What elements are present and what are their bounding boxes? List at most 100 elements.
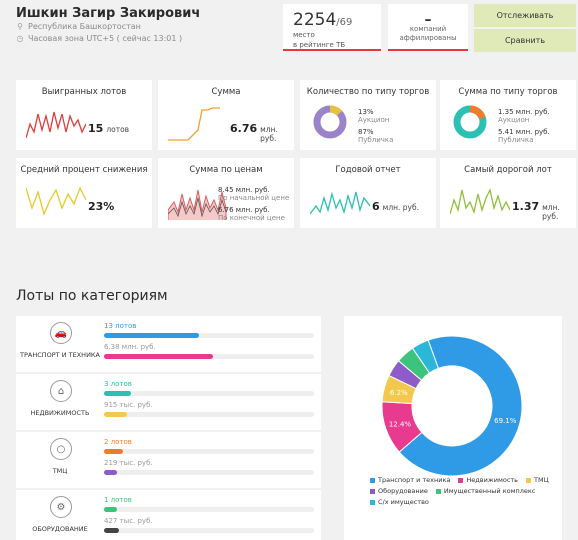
category-row[interactable]: 🚗 ТРАНСПОРТ И ТЕХНИКА 13 лотов 6.38 млн. ру… (16, 316, 321, 372)
legend-item[interactable]: Оборудование (370, 487, 428, 495)
affiliates-caption-1: компаний (409, 25, 447, 33)
category-count-bar-fill (104, 507, 117, 512)
category-count-bar (104, 333, 314, 338)
legend-swatch (458, 477, 464, 483)
rating-box: 2254/69 место в рейтинге ТБ (283, 4, 381, 51)
type-count-pct1: 13% (358, 108, 374, 116)
rating-value: 2254 (293, 10, 337, 30)
price-sum-val2: 6.76 млн. руб. (218, 206, 270, 214)
card-title: Сумма по типу торгов (458, 87, 558, 97)
region-line: ⚲ Республика Башкортостан (16, 22, 141, 31)
category-sum-bar (104, 412, 314, 417)
car-icon: 🚗 (50, 322, 72, 344)
card-most-expensive: Самый дорогой лот 1.37 млн. руб. (440, 158, 576, 228)
donut-slice-label: 6.2% (390, 389, 408, 397)
category-count-bar (104, 507, 314, 512)
price-sum-label2: По конечной цене (218, 214, 285, 222)
card-title: Годовой отчет (335, 165, 401, 175)
house-icon: ⌂ (50, 380, 72, 402)
profile-name: Ишкин Загир Закирович (16, 6, 201, 21)
category-count: 13 лотов (104, 322, 137, 330)
type-sum-val2: 5.41 млн. руб. (498, 128, 550, 136)
category-label: ОБОРУДОВАНИЕ (32, 525, 88, 533)
legend-item[interactable]: Имущественный комплекс (435, 487, 536, 495)
legend-label: ТМЦ (534, 476, 549, 484)
category-count-bar-fill (104, 391, 132, 396)
category-sum-bar (104, 470, 314, 475)
timezone-line: ◷ Часовая зона UTC+5 ( сейчас 13:01 ) (16, 33, 183, 43)
section-title-categories: Лоты по категориям (16, 288, 168, 304)
legend-label: С/х имущество (378, 498, 429, 506)
category-count: 1 лотов (104, 496, 132, 504)
legend-item[interactable]: Недвижимость (458, 476, 518, 484)
card-title: Количество по типу торгов (306, 87, 430, 97)
category-count: 3 лотов (104, 380, 132, 388)
category-label: ТМЦ (52, 467, 68, 475)
category-row[interactable]: ⚙ ОБОРУДОВАНИЕ 1 лотов 427 тыс. руб. (16, 490, 321, 540)
card-title: Сумма (211, 87, 241, 97)
legend-swatch (370, 499, 375, 505)
legend-item[interactable]: ТМЦ (526, 476, 549, 484)
category-label: НЕДВИЖИМОСТЬ (30, 409, 90, 417)
category-label: ТРАНСПОРТ И ТЕХНИКА (20, 351, 100, 359)
type-count-pct2: 87% (358, 128, 374, 136)
category-sum-bar-fill (104, 354, 214, 359)
category-row[interactable]: ⌂ НЕДВИЖИМОСТЬ 3 лотов 915 тыс. руб. (16, 374, 321, 430)
legend-label: Транспорт и техника (378, 476, 451, 484)
lightbulb-icon: ○ (50, 438, 72, 460)
clock-icon: ◷ (16, 33, 24, 43)
card-sum: Сумма 6.76 млн. руб. (158, 80, 294, 150)
category-count-bar-fill (104, 449, 123, 454)
price-sum-val1: 8.45 млн. руб. (218, 186, 270, 194)
legend-item[interactable]: С/х имущество (370, 498, 429, 506)
type-sum-donut (453, 105, 487, 139)
annual-unit: млн. руб. (382, 203, 419, 212)
category-sum-bar (104, 528, 314, 533)
won-lots-sparkline (26, 111, 86, 139)
card-title: Сумма по ценам (189, 165, 263, 175)
timezone-text: Часовая зона UTC+5 ( сейчас 13:01 ) (28, 34, 183, 43)
categories-donut-chart: 69.1% 12.4% 6.2% (381, 335, 523, 477)
compare-button[interactable]: Сравнить (474, 29, 576, 52)
legend-label: Имущественный комплекс (443, 487, 536, 495)
card-price-sum: Сумма по ценам 8.45 млн. руб. По начальн… (158, 158, 294, 228)
category-count-bar (104, 391, 314, 396)
category-row[interactable]: ○ ТМЦ 2 лотов 219 тыс. руб. (16, 432, 321, 488)
legend-swatch (435, 488, 441, 494)
avg-reduction-sparkline (26, 186, 86, 216)
category-count-bar (104, 449, 314, 454)
sum-unit: млн. руб. (260, 125, 278, 143)
affiliates-caption-2: аффилированы (399, 34, 457, 42)
card-won-lots: Выигранных лотов 15 лотов (16, 80, 152, 150)
legend-label: Оборудование (378, 487, 428, 495)
category-sum-bar-fill (104, 528, 119, 533)
category-sum-bar-fill (104, 412, 128, 417)
most-expensive-sparkline (450, 188, 510, 215)
donut-slice-label: 69.1% (494, 417, 517, 425)
category-count: 2 лотов (104, 438, 132, 446)
gear-icon: ⚙ (50, 496, 72, 518)
type-count-label2: Публичка (358, 136, 394, 144)
category-sum: 427 тыс. руб. (104, 517, 153, 525)
price-sum-label1: По начальной цене (218, 194, 290, 202)
affiliates-box: – компаний аффилированы (388, 4, 468, 51)
location-pin-icon: ⚲ (17, 21, 23, 31)
affiliates-value: – (424, 12, 432, 28)
card-annual: Годовой отчет 6 млн. руб. (300, 158, 436, 228)
legend-swatch (526, 477, 532, 483)
annual-value: 6 (372, 200, 380, 213)
card-type-sum: Сумма по типу торгов 1.35 млн. руб. Аукц… (440, 80, 576, 150)
legend-swatch (370, 477, 375, 483)
track-button[interactable]: Отслеживать (474, 4, 576, 27)
card-title: Средний процент снижения (20, 165, 148, 175)
type-count-label1: Аукцион (358, 116, 390, 124)
card-avg-reduction: Средний процент снижения 23% (16, 158, 152, 228)
sum-sparkline (168, 107, 220, 141)
category-count-bar-fill (104, 333, 199, 338)
card-type-count: Количество по типу торгов 13% Аукцион 87… (300, 80, 436, 150)
rating-total: /69 (336, 17, 353, 28)
legend-item[interactable]: Транспорт и техника (370, 476, 450, 484)
region-text: Республика Башкортостан (28, 22, 141, 31)
sum-value: 6.76 (230, 122, 258, 135)
rating-caption-2: в рейтинге ТБ (293, 41, 346, 49)
